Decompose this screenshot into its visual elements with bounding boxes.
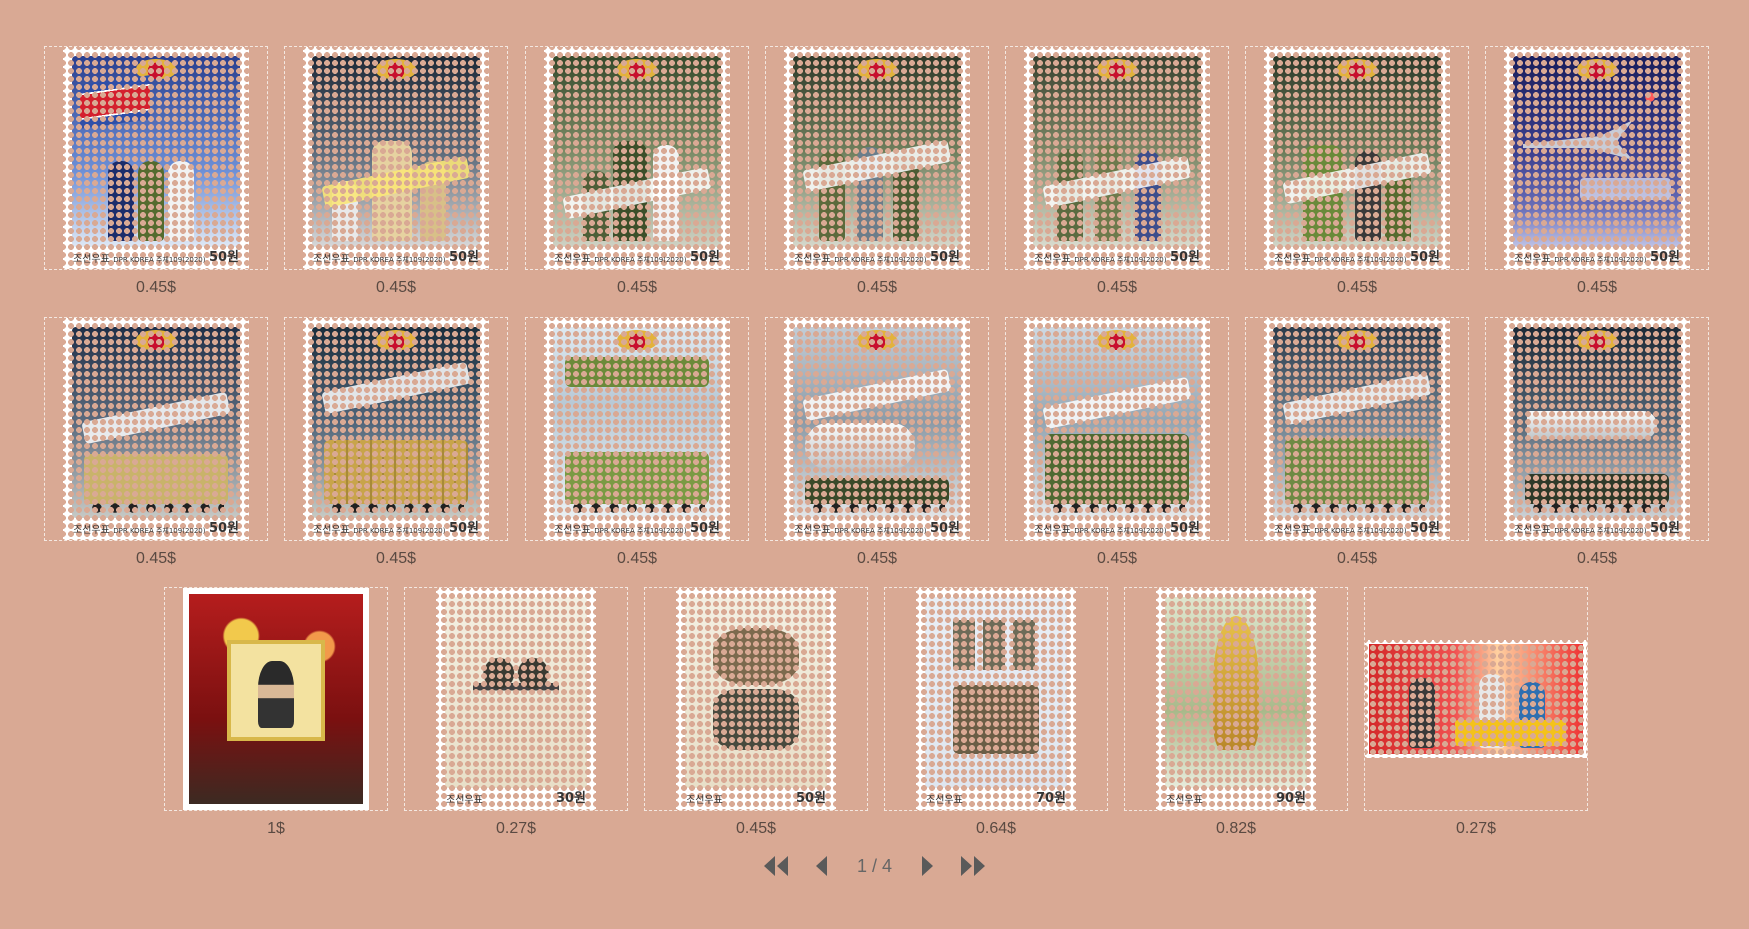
stamp-image[interactable]	[676, 588, 836, 810]
stamp-item[interactable]: 조선우표 DPR KOREA 주체109(2020) 50원	[1485, 317, 1709, 541]
stamp-item[interactable]: 조선우표 30원	[404, 587, 628, 811]
stamp-item[interactable]	[1364, 587, 1588, 811]
last-page-button[interactable]	[958, 854, 988, 878]
first-page-button[interactable]	[761, 854, 791, 878]
next-page-button[interactable]	[920, 854, 936, 878]
stamp-price: 0.45$	[616, 550, 658, 567]
stamp-price: 0.45$	[375, 279, 417, 296]
stamp-item[interactable]: 조선우표 DPR KOREA 주체109(2020) 50원	[765, 317, 989, 541]
stamp-item[interactable]: 조선우표 DPR KOREA 주체109(2020) 50원	[284, 46, 508, 270]
stamp-price: 0.27$	[495, 820, 537, 837]
chevron-left-icon	[815, 856, 827, 876]
stamp-price: 0.45$	[1096, 279, 1138, 296]
stamp-image[interactable]	[436, 588, 596, 810]
stamp-image[interactable]	[1024, 47, 1210, 269]
stamp-image[interactable]	[784, 47, 970, 269]
stamp-price: 0.45$	[375, 550, 417, 567]
stamp-item[interactable]: 조선우표 90원	[1124, 587, 1348, 811]
stamp-item[interactable]: 조선우표 DPR KOREA 주체109(2020) 50원	[284, 317, 508, 541]
stamp-price: 0.45$	[616, 279, 658, 296]
chevron-right-icon	[922, 856, 934, 876]
stamp-image[interactable]	[544, 318, 730, 540]
pagination: 1 / 4	[0, 854, 1749, 878]
stamp-image[interactable]	[303, 318, 489, 540]
stamp-price: 0.45$	[1096, 550, 1138, 567]
stamp-item[interactable]: 조선우표 DPR KOREA 주체109(2020) 50원	[1245, 46, 1469, 270]
stamp-price: 0.27$	[1455, 820, 1497, 837]
stamp-image[interactable]	[63, 318, 249, 540]
stamp-item[interactable]: 조선우표 DPR KOREA 주체109(2020) 50원	[525, 46, 749, 270]
stamp-image[interactable]	[1365, 640, 1587, 758]
stamp-image[interactable]	[1504, 318, 1690, 540]
stamp-price: 0.64$	[975, 820, 1017, 837]
stamp-grid: 조선우표 DPR KOREA 주체109(2020) 50원 0.45$ 조선우표 D…	[0, 0, 1749, 929]
souvenir-sheet-image[interactable]	[183, 588, 369, 810]
stamp-item[interactable]: 조선우표 DPR KOREA 주체109(2020) 50원	[1245, 317, 1469, 541]
stamp-price: 0.45$	[1336, 550, 1378, 567]
previous-page-button[interactable]	[813, 854, 829, 878]
stamp-price: 1$	[267, 820, 285, 837]
stamp-image[interactable]	[63, 47, 249, 269]
stamp-item[interactable]: 조선우표 DPR KOREA 주체109(2020) 50원	[44, 317, 268, 541]
stamp-price: 0.45$	[135, 550, 177, 567]
stamp-item[interactable]: 조선우표 DPR KOREA 주체109(2020) 50원	[525, 317, 749, 541]
stamp-item[interactable]	[164, 587, 388, 811]
stamp-image[interactable]	[544, 47, 730, 269]
stamp-image[interactable]	[303, 47, 489, 269]
stamp-image[interactable]	[916, 588, 1076, 810]
stamp-price: 0.45$	[856, 550, 898, 567]
stamp-item[interactable]: 조선우표 50원	[644, 587, 868, 811]
stamp-price: 0.45$	[856, 279, 898, 296]
stamp-image[interactable]	[1264, 47, 1450, 269]
stamp-price: 0.45$	[135, 279, 177, 296]
stamp-image[interactable]	[784, 318, 970, 540]
stamp-image[interactable]	[1504, 47, 1690, 269]
stamp-item[interactable]: 조선우표 DPR KOREA 주체109(2020) 50원	[1005, 46, 1229, 270]
stamp-item[interactable]: 조선우표 DPR KOREA 주체109(2020) 50원	[1005, 317, 1229, 541]
stamp-image[interactable]	[1156, 588, 1316, 810]
page-indicator: 1 / 4	[856, 855, 893, 876]
stamp-item[interactable]: 조선우표 DPR KOREA 주체109(2020) 50원	[44, 46, 268, 270]
stamp-item[interactable]: 조선우표 70원	[884, 587, 1108, 811]
stamp-price: 0.45$	[1576, 279, 1618, 296]
stamp-image[interactable]	[1264, 318, 1450, 540]
double-chevron-right-icon	[961, 856, 986, 876]
stamp-item[interactable]: 조선우표 DPR KOREA 주체109(2020) 50원	[1485, 46, 1709, 270]
stamp-price: 0.82$	[1215, 820, 1257, 837]
stamp-item[interactable]: 조선우표 DPR KOREA 주체109(2020) 50원	[765, 46, 989, 270]
stamp-price: 0.45$	[1336, 279, 1378, 296]
stamp-image[interactable]	[1024, 318, 1210, 540]
stamp-price: 0.45$	[1576, 550, 1618, 567]
stamp-price: 0.45$	[735, 820, 777, 837]
double-chevron-left-icon	[763, 856, 788, 876]
